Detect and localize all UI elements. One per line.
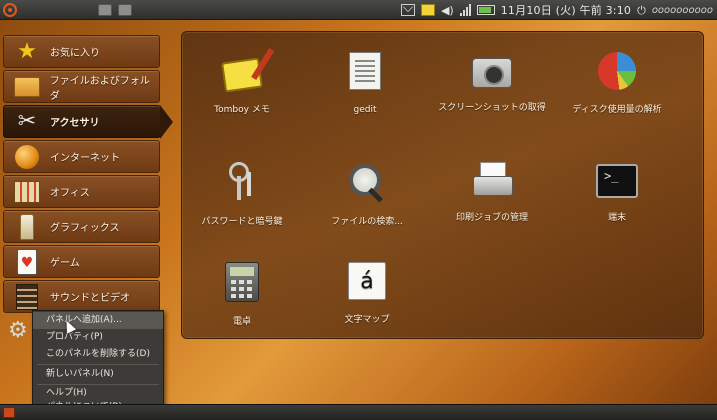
app-gedit[interactable]: gedit (305, 52, 425, 116)
terminal-icon: >_ (596, 164, 638, 198)
folder-icon (10, 72, 44, 102)
disk-usage-icon (598, 52, 636, 90)
app-disk-usage[interactable]: ディスク使用量の解析 (557, 52, 677, 116)
note-icon[interactable] (420, 4, 435, 16)
menu-separator (37, 364, 159, 365)
app-print-jobs[interactable]: 印刷ジョブの管理 (432, 162, 552, 224)
sidebar-item-label: グラフィックス (50, 223, 120, 234)
app-grid-panel: Tomboy メモ gedit スクリーンショットの取得 ディスク使用量の解析 … (181, 31, 704, 339)
menu-item-add-to-panel[interactable]: パネルへ追加(A)... (33, 312, 163, 329)
app-label: ディスク使用量の解析 (572, 105, 662, 115)
app-label: スクリーンショットの取得 (438, 103, 546, 113)
sidebar-item-label: ファイルおよびフォルダ (49, 75, 150, 102)
app-file-search[interactable]: ファイルの検索... (307, 162, 427, 228)
signal-icon[interactable] (459, 4, 471, 16)
ubuntu-logo-icon[interactable] (3, 2, 17, 17)
sidebar-item-label: オフィス (50, 188, 90, 199)
menu-item-delete-panel[interactable]: このパネルを削除する(D) (33, 346, 163, 363)
printer-icon (472, 162, 513, 198)
sidebar-item-office[interactable]: オフィス (3, 175, 160, 208)
app-calculator[interactable]: 電卓 (182, 262, 302, 328)
film-icon (10, 282, 44, 312)
star-icon: ★ (17, 39, 37, 64)
clock[interactable]: 11月10日 (火) 午前 3:10 (501, 2, 631, 18)
app-charmap[interactable]: á 文字マップ (307, 262, 427, 326)
sidebar-item-label: サウンドとビデオ (50, 293, 130, 304)
app-label: Tomboy メモ (214, 105, 270, 115)
calculator-icon (225, 262, 259, 302)
app-terminal[interactable]: >_ 端末 (557, 162, 677, 224)
top-panel: ◀) 11月10日 (火) 午前 3:10 ⏻ oooooooooo (0, 0, 717, 20)
sidebar-item-games[interactable]: ♥ ゲーム (3, 245, 160, 278)
app-label: パスワードと暗号鍵 (201, 217, 283, 227)
tools-icon: ✂ (17, 109, 37, 134)
app-passwords[interactable]: パスワードと暗号鍵 (182, 162, 302, 228)
menu-item-new-panel[interactable]: 新しいパネル(N) (33, 366, 163, 383)
battery-icon[interactable] (476, 5, 495, 15)
graphics-icon (10, 212, 44, 242)
app-label: gedit (353, 105, 377, 115)
cards-icon: ♥ (10, 247, 44, 277)
sidebar-item-sound-video[interactable]: サウンドとビデオ (3, 280, 160, 313)
app-label: 電卓 (232, 317, 251, 327)
sidebar-item-label: アクセサリ (50, 118, 100, 129)
mail-icon[interactable] (400, 4, 415, 16)
globe-icon (10, 142, 44, 172)
window-icon[interactable] (98, 3, 112, 16)
search-icon (347, 162, 387, 202)
sidebar-item-accessories[interactable]: ✂ アクセサリ (3, 105, 173, 139)
terminal-glyph: >_ (604, 169, 619, 183)
app-label: ファイルの検索... (331, 217, 403, 227)
gedit-icon (349, 52, 381, 90)
office-icon (10, 177, 44, 207)
sidebar-item-label: ゲーム (50, 258, 80, 269)
sidebar-item-favorites[interactable]: ★ お気に入り (3, 35, 160, 68)
keys-icon (225, 162, 259, 202)
sidebar-item-files-folders[interactable]: ファイルおよびフォルダ (3, 70, 160, 103)
sidebar-item-label: インターネット (50, 153, 120, 164)
app-label: 文字マップ (344, 315, 390, 325)
bottom-panel[interactable] (0, 404, 717, 420)
sidebar-item-label: お気に入り (50, 48, 100, 59)
settings-icon[interactable]: ⚙ (8, 318, 34, 346)
power-icon[interactable]: ⏻ (637, 4, 646, 17)
user-label[interactable]: oooooooooo (652, 5, 713, 16)
sidebar-item-graphics[interactable]: グラフィックス (3, 210, 160, 243)
camera-icon (472, 58, 512, 88)
charmap-icon: á (348, 262, 386, 300)
window-icon[interactable] (118, 3, 132, 16)
sidebar-item-internet[interactable]: インターネット (3, 140, 160, 173)
tomboy-icon (221, 57, 263, 93)
app-label: 印刷ジョブの管理 (455, 213, 528, 223)
app-tomboy[interactable]: Tomboy メモ (182, 52, 302, 116)
panel-context-menu: パネルへ追加(A)... プロパティ(P) このパネルを削除する(D) 新しいパ… (32, 310, 164, 415)
volume-icon[interactable]: ◀) (441, 4, 454, 17)
show-desktop-icon[interactable] (3, 407, 15, 418)
app-label: 端末 (607, 213, 626, 223)
menu-item-properties[interactable]: プロパティ(P) (33, 329, 163, 346)
app-screenshot[interactable]: スクリーンショットの取得 (432, 52, 552, 114)
